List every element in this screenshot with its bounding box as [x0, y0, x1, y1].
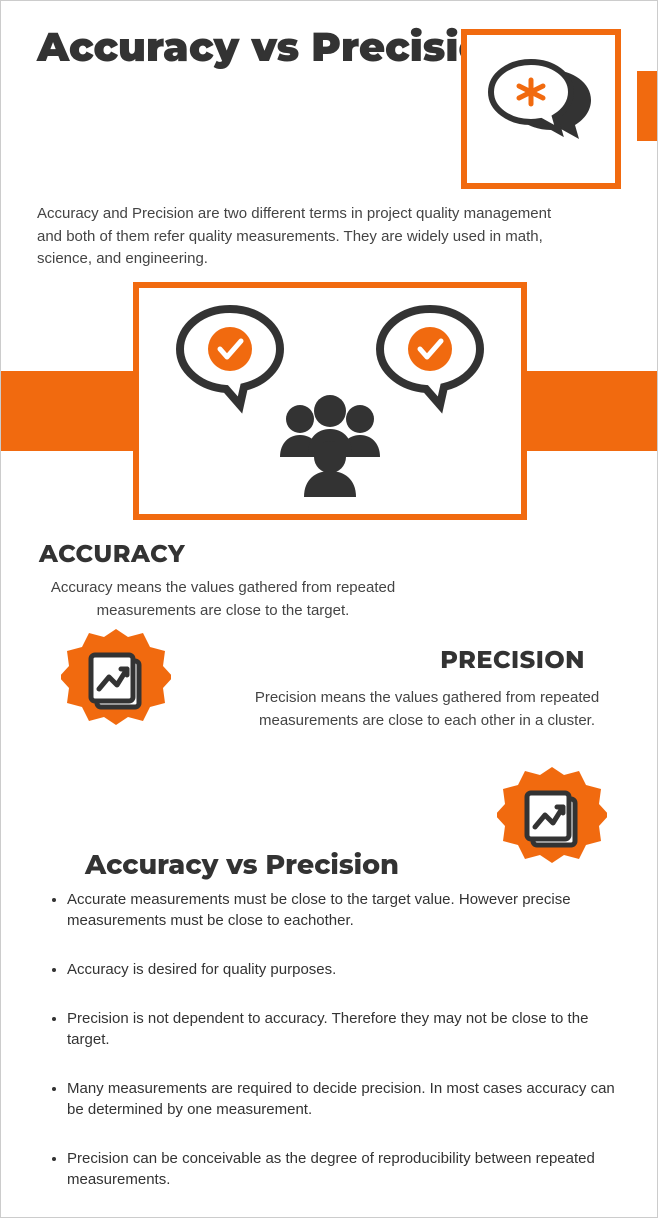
precision-text: Precision means the values gathered from…: [227, 687, 627, 732]
decorative-side-bar: [637, 71, 657, 141]
accuracy-text: Accuracy means the values gathered from …: [23, 577, 423, 622]
accuracy-heading: ACCURACY: [39, 540, 185, 569]
list-item: Many measurements are required to decide…: [67, 1078, 621, 1120]
list-item: Accuracy is desired for quality purposes…: [67, 959, 621, 980]
page-title: Accuracy vs Precision: [37, 25, 514, 71]
people-check-bubbles-icon: [160, 299, 500, 504]
list-item: Precision can be conceivable as the degr…: [67, 1148, 621, 1190]
list-item: Precision is not dependent to accuracy. …: [67, 1008, 621, 1050]
list-item: Accurate measurements must be close to t…: [67, 889, 621, 931]
chart-badge-icon: [497, 765, 607, 875]
chart-badge-icon: [61, 627, 171, 737]
precision-heading: PRECISION: [440, 646, 585, 675]
compare-bullet-list: Accurate measurements must be close to t…: [51, 889, 621, 1218]
intro-paragraph: Accuracy and Precision are two different…: [37, 203, 557, 271]
hero-icon-box: [461, 29, 621, 189]
mid-illustration-box: [133, 282, 527, 520]
speech-bubbles-asterisk-icon: [481, 52, 601, 167]
compare-heading: Accuracy vs Precision: [85, 848, 399, 881]
